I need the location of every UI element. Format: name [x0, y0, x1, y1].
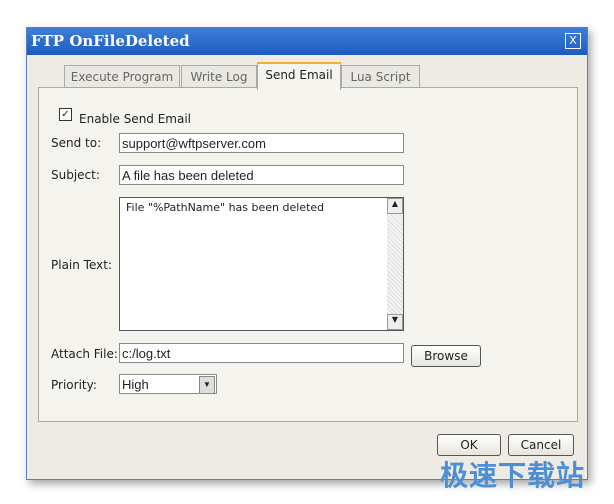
- cancel-button[interactable]: Cancel: [508, 434, 574, 456]
- plain-text-label: Plain Text:: [51, 258, 112, 272]
- send-to-label: Send to:: [51, 136, 102, 150]
- chevron-down-icon[interactable]: ▼: [199, 376, 215, 394]
- enable-send-email-label: Enable Send Email: [79, 112, 192, 126]
- plain-text-content: File "%PathName" has been deleted: [126, 201, 325, 214]
- tab-lua-script[interactable]: Lua Script: [341, 65, 420, 88]
- priority-select[interactable]: High ▼: [119, 374, 217, 394]
- plain-text-area[interactable]: File "%PathName" has been deleted ▲ ▼: [119, 197, 404, 331]
- priority-label: Priority:: [51, 378, 97, 392]
- send-email-panel: ✓ Enable Send Email Send to: support@wft…: [38, 87, 578, 422]
- tab-send-email[interactable]: Send Email: [257, 62, 341, 90]
- tab-execute-program[interactable]: Execute Program: [64, 65, 180, 88]
- enable-send-email-checkbox[interactable]: ✓: [59, 108, 72, 121]
- tab-write-log[interactable]: Write Log: [181, 65, 257, 88]
- watermark: 极速下载站: [440, 459, 586, 492]
- attach-file-label: Attach File:: [51, 347, 118, 361]
- scroll-up-icon[interactable]: ▲: [387, 198, 403, 214]
- scrollbar[interactable]: ▲ ▼: [387, 198, 403, 330]
- priority-value: High: [122, 377, 149, 392]
- subject-label: Subject:: [51, 168, 100, 182]
- scroll-down-icon[interactable]: ▼: [387, 314, 403, 330]
- subject-input[interactable]: A file has been deleted: [119, 165, 404, 185]
- send-to-input[interactable]: support@wftpserver.com: [119, 133, 404, 153]
- attach-file-input[interactable]: c:/log.txt: [119, 343, 404, 363]
- browse-button[interactable]: Browse: [411, 345, 481, 367]
- dialog: FTP OnFileDeleted X Execute Program Writ…: [26, 27, 588, 480]
- dialog-title: FTP OnFileDeleted: [27, 28, 587, 55]
- close-icon[interactable]: X: [565, 33, 581, 49]
- ok-button[interactable]: OK: [437, 434, 501, 456]
